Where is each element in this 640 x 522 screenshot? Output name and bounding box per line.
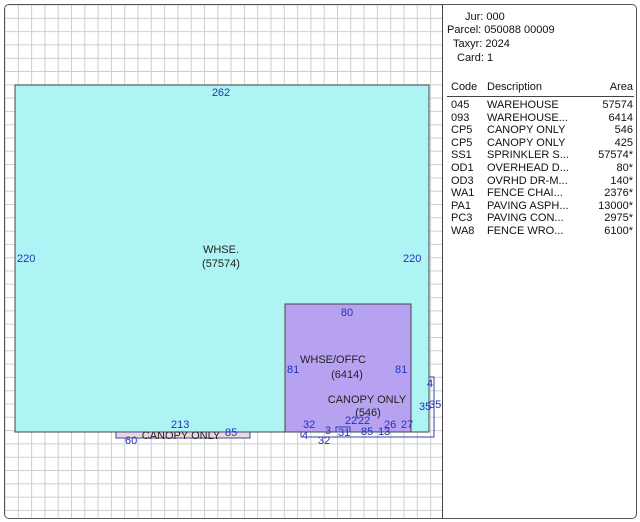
- table-row[interactable]: OD3 OVRHD DR-M... 140*: [451, 175, 633, 188]
- row-description: CANOPY ONLY: [487, 124, 566, 137]
- row-description: WAREHOUSE...: [487, 111, 568, 124]
- whse-label: WHSE.: [203, 244, 239, 256]
- table-row[interactable]: WA1 FENCE CHAI... 2376*: [451, 187, 633, 200]
- row-area: 6100*: [604, 225, 633, 237]
- dim-canopy-3: 3: [325, 425, 331, 437]
- table-row[interactable]: WA8 FENCE WRO... 6100*: [451, 225, 633, 238]
- table-row[interactable]: 045 WAREHOUSE 57574: [451, 99, 633, 112]
- table-row[interactable]: SS1 SPRINKLER S... 57574*: [451, 149, 633, 162]
- row-code: 093: [451, 111, 470, 124]
- canopy-strip-label: CANOPY ONLY: [142, 430, 221, 442]
- row-description: FENCE CHAI...: [487, 187, 563, 200]
- dim-whse-top: 262: [212, 87, 230, 99]
- dim-canopy-22a: 22: [345, 415, 357, 427]
- dim-bottom-85: 85: [225, 427, 237, 439]
- table-row[interactable]: CP5 CANOPY ONLY 546: [451, 124, 633, 137]
- row-area: 2975*: [604, 212, 633, 225]
- row-description: PAVING CON...: [487, 212, 564, 225]
- table-row[interactable]: PA1 PAVING ASPH... 13000*: [451, 200, 633, 213]
- col-code: Code: [451, 81, 478, 93]
- row-description: SPRINKLER S...: [487, 149, 569, 162]
- row-area: 2376*: [604, 187, 633, 200]
- offc-value: (6414): [331, 369, 363, 381]
- col-description: Description: [487, 81, 543, 93]
- table-row[interactable]: CP5 CANOPY ONLY 425: [451, 137, 633, 150]
- sketch-window: WHSE. (57574) WHSE/OFFC (6414) CANOPY ON…: [4, 4, 637, 519]
- row-code: CP5: [451, 124, 473, 137]
- dim-canopy-26: 26: [384, 419, 396, 431]
- dim-whse-left: 220: [17, 253, 35, 265]
- dim-canopy-27: 27: [401, 419, 413, 431]
- canopy-label: CANOPY ONLY: [328, 394, 407, 406]
- offc-label: WHSE/OFFC: [300, 354, 366, 366]
- row-area: 140*: [610, 174, 633, 187]
- dim-right-4: 4: [427, 378, 433, 390]
- dim-offc-right: 81: [395, 364, 407, 376]
- dim-canopy-85: 85: [361, 426, 373, 438]
- jur-line: Jur: 000: [465, 11, 505, 23]
- dim-whse-right: 220: [403, 253, 421, 265]
- sketch-canvas: WHSE. (57574) WHSE/OFFC (6414) CANOPY ON…: [5, 5, 442, 518]
- dim-offc-top: 80: [341, 307, 353, 319]
- row-description: PAVING ASPH...: [487, 199, 569, 212]
- table-header: Code Description Area: [451, 81, 633, 95]
- row-area: 546: [614, 124, 633, 137]
- row-code: WA1: [451, 187, 475, 200]
- row-code: OD1: [451, 162, 474, 174]
- row-area: 425: [614, 136, 633, 149]
- col-area: Area: [609, 81, 633, 93]
- row-description: WAREHOUSE: [487, 99, 559, 111]
- offc-area: [284, 303, 412, 433]
- row-code: CP5: [451, 136, 473, 149]
- taxyr-line: Taxyr: 2024: [453, 38, 510, 50]
- dim-whse-bottom: 213: [171, 419, 189, 431]
- row-code: PC3: [451, 212, 473, 225]
- table-row[interactable]: 093 WAREHOUSE... 6414: [451, 112, 633, 125]
- row-description: FENCE WRO...: [487, 225, 564, 237]
- row-code: OD3: [451, 174, 474, 187]
- dim-right-35b: 35: [429, 399, 441, 411]
- table-row[interactable]: OD1 OVERHEAD D... 80*: [451, 162, 633, 175]
- row-code: 045: [451, 99, 470, 111]
- whse-value: (57574): [202, 258, 240, 270]
- row-code: PA1: [451, 199, 471, 212]
- dim-offc-left: 81: [287, 364, 299, 376]
- row-description: OVRHD DR-M...: [487, 174, 568, 187]
- row-area: 80*: [616, 162, 633, 174]
- dim-canopy-4: 4: [302, 430, 308, 442]
- card-line: Card: 1: [457, 52, 494, 64]
- row-area: 57574*: [598, 149, 633, 162]
- header-divider: [447, 96, 634, 97]
- row-area: 13000*: [598, 199, 633, 212]
- dim-canopy-31: 31: [338, 427, 350, 439]
- dim-bottom-60: 60: [125, 435, 137, 447]
- table-row[interactable]: PC3 PAVING CON... 2975*: [451, 212, 633, 225]
- row-description: OVERHEAD D...: [487, 162, 569, 174]
- row-code: WA8: [451, 225, 475, 237]
- parcel-line: Parcel: 050088 00009: [447, 24, 555, 36]
- row-area: 57574: [602, 99, 633, 111]
- row-code: SS1: [451, 149, 472, 162]
- info-panel: Jur: 000 Parcel: 050088 00009 Taxyr: 202…: [443, 5, 636, 518]
- row-description: CANOPY ONLY: [487, 136, 566, 149]
- building-sketch: WHSE. (57574) WHSE/OFFC (6414) CANOPY ON…: [5, 5, 443, 518]
- row-area: 6414: [608, 111, 633, 124]
